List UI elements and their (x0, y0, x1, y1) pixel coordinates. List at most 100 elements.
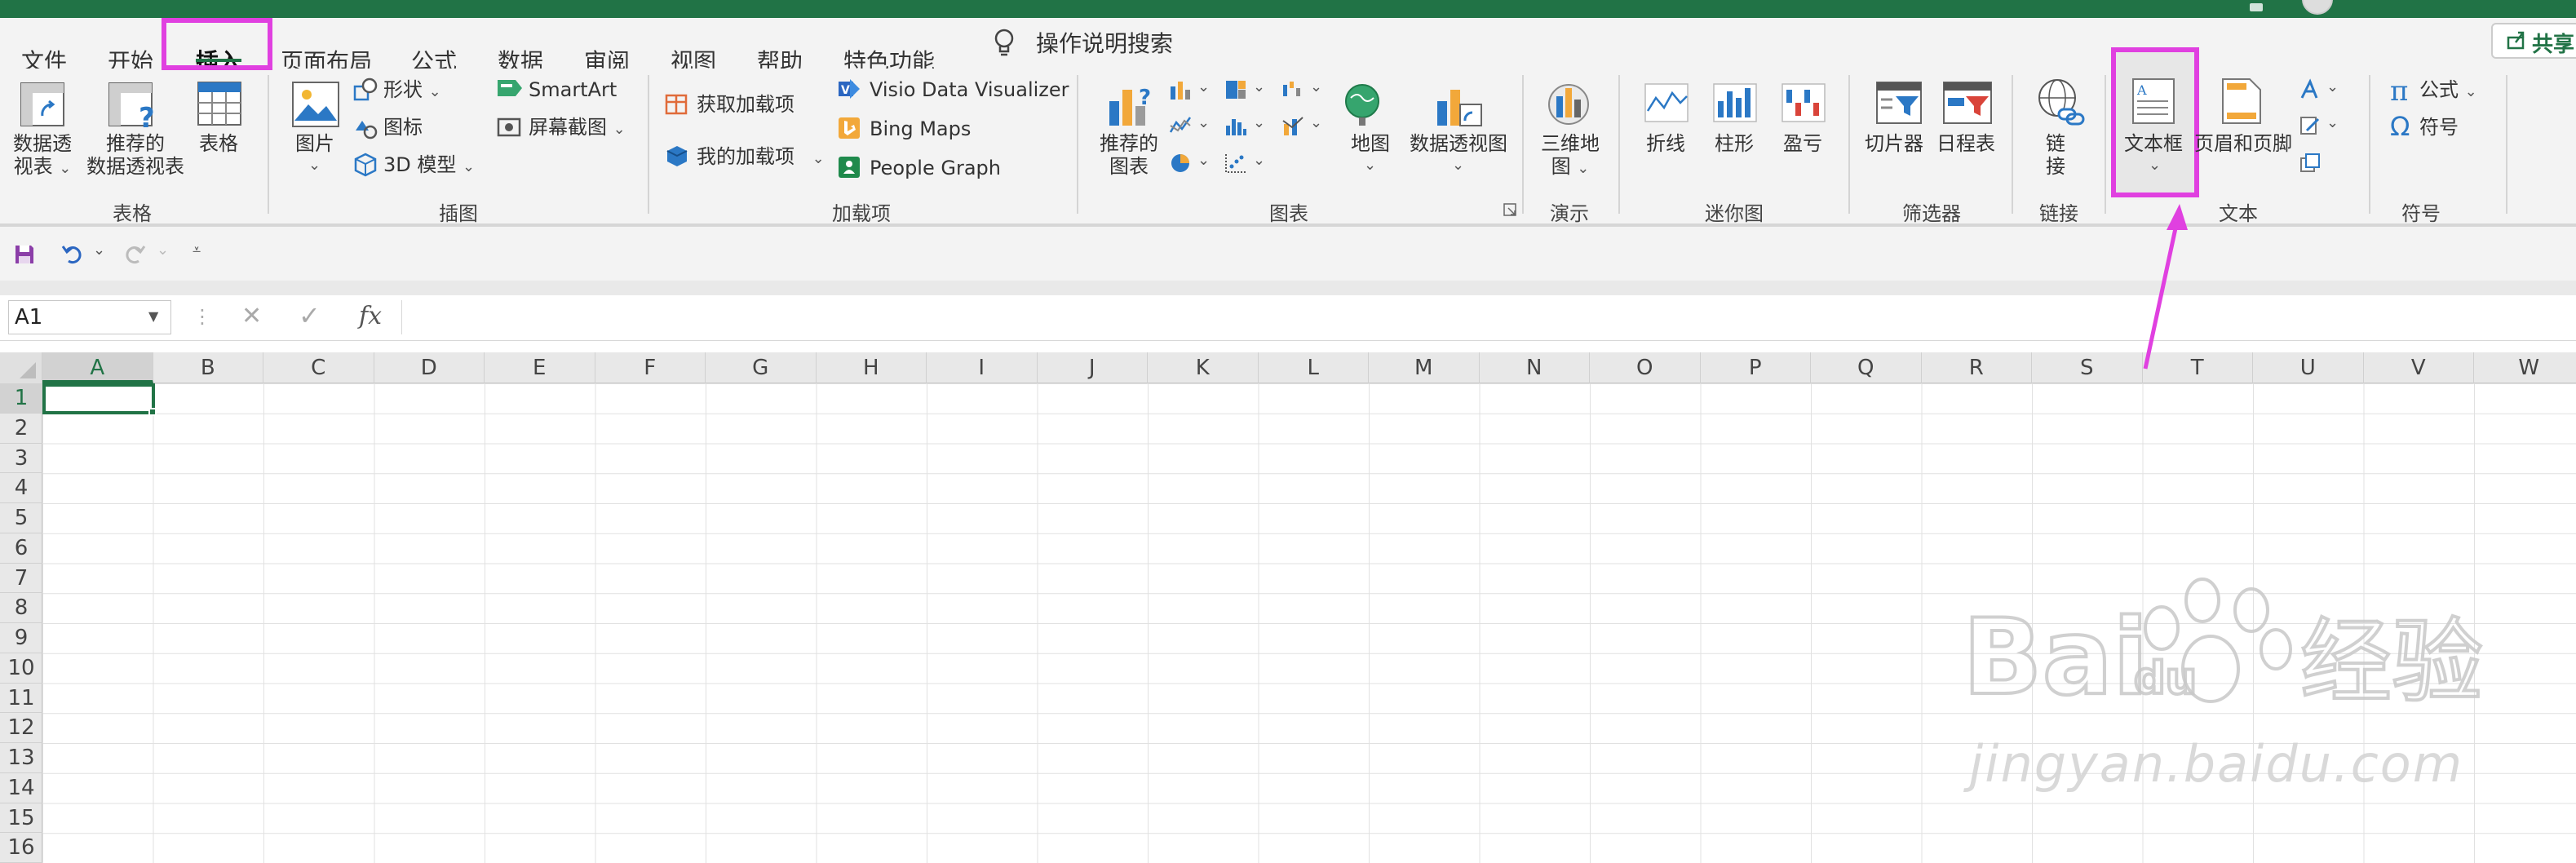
my-addins-icon[interactable] (664, 144, 690, 168)
column-header-j[interactable]: J (1038, 352, 1148, 383)
vertical-dots-icon[interactable]: ⋮ (193, 305, 212, 328)
chevron-down-icon[interactable]: ⌄ (1197, 114, 1210, 131)
row-header-14[interactable]: 14 (0, 773, 42, 803)
shapes-label[interactable]: 形状 ⌄ (383, 78, 441, 104)
hierarchy-chart-icon[interactable] (1224, 78, 1248, 101)
combo-chart-icon[interactable] (1281, 114, 1305, 137)
row-header-1[interactable]: 1 (0, 383, 42, 414)
row-header-16[interactable]: 16 (0, 833, 42, 863)
timeline-icon[interactable] (1941, 80, 1994, 126)
pie-chart-icon[interactable] (1168, 152, 1193, 175)
select-all-corner[interactable] (0, 352, 42, 383)
3d-models-label[interactable]: 3D 模型 ⌄ (383, 153, 475, 179)
store-icon[interactable] (664, 91, 688, 116)
link-label[interactable]: 链 接 (2039, 132, 2072, 178)
my-addins-label[interactable]: 我的加载项 ⌄ (697, 145, 825, 170)
column-header-w[interactable]: W (2474, 352, 2576, 383)
insert-function-button[interactable]: fx (359, 302, 382, 330)
slicer-label[interactable]: 切片器 (1865, 132, 1923, 155)
chevron-down-icon[interactable]: ⌄ (2326, 114, 2339, 131)
icons-label[interactable]: 图标 (383, 116, 423, 139)
row-header-15[interactable]: 15 (0, 803, 42, 834)
undo-icon[interactable] (60, 241, 85, 266)
row-header-4[interactable]: 4 (0, 473, 42, 503)
equation-label[interactable]: 公式 ⌄ (2419, 78, 2477, 104)
sparkline-column-icon[interactable] (1711, 82, 1759, 124)
chevron-down-icon[interactable]: ⌄ (93, 241, 105, 259)
column-header-n[interactable]: N (1480, 352, 1590, 383)
3d-map-label[interactable]: 三维地 图 ⌄ (1534, 132, 1607, 180)
3d-map-icon[interactable] (1545, 80, 1592, 131)
column-header-d[interactable]: D (374, 352, 485, 383)
chevron-down-icon[interactable]: ⌄ (1452, 157, 1464, 174)
chevron-down-icon[interactable]: ⌄ (2149, 157, 2161, 174)
sparkline-line-icon[interactable] (1643, 82, 1690, 124)
column-header-i[interactable]: I (927, 352, 1038, 383)
column-header-l[interactable]: L (1259, 352, 1369, 383)
row-header-3[interactable]: 3 (0, 444, 42, 474)
header-footer-icon[interactable] (2220, 77, 2263, 126)
smartart-label[interactable]: SmartArt (529, 78, 617, 101)
chevron-down-icon[interactable]: ⌄ (308, 157, 321, 174)
column-header-a[interactable]: A (42, 352, 153, 383)
row-header-11[interactable]: 11 (0, 684, 42, 714)
pivot-chart-label[interactable]: 数据透视图 (1410, 132, 1507, 155)
row-header-9[interactable]: 9 (0, 623, 42, 653)
column-header-r[interactable]: R (1922, 352, 2032, 383)
table-icon[interactable] (196, 80, 243, 129)
column-header-e[interactable]: E (485, 352, 595, 383)
sparkline-column-label[interactable]: 柱形 (1715, 132, 1754, 155)
map-chart-icon[interactable] (1338, 80, 1387, 131)
column-header-p[interactable]: P (1701, 352, 1811, 383)
get-addins-label[interactable]: 获取加载项 (697, 93, 794, 116)
chevron-down-icon[interactable]: ⌄ (1253, 114, 1265, 131)
column-chart-icon[interactable] (1168, 78, 1193, 101)
column-header-f[interactable]: F (595, 352, 706, 383)
fill-handle[interactable] (148, 408, 157, 416)
column-header-m[interactable]: M (1369, 352, 1480, 383)
row-header-13[interactable]: 13 (0, 743, 42, 773)
chevron-down-icon[interactable]: ⌄ (1310, 78, 1322, 95)
people-graph-icon[interactable] (837, 155, 861, 179)
table-label[interactable]: 表格 (199, 132, 238, 155)
chevron-down-icon[interactable]: ⌄ (1253, 78, 1265, 95)
cube-3d-icon[interactable] (352, 152, 378, 178)
pivot-table-icon[interactable] (18, 80, 72, 131)
row-header-12[interactable]: 12 (0, 713, 42, 743)
chevron-down-icon[interactable]: ⌄ (1364, 157, 1376, 174)
row-header-10[interactable]: 10 (0, 653, 42, 684)
column-header-c[interactable]: C (263, 352, 374, 383)
maps-label[interactable]: 地图 (1351, 132, 1390, 155)
icons-icon[interactable] (352, 114, 378, 140)
pivot-table-label[interactable]: 数据透 视表 ⌄ (10, 132, 75, 180)
tell-me-search[interactable]: 操作说明搜索 (1036, 26, 1173, 59)
row-header-6[interactable]: 6 (0, 533, 42, 564)
pictures-label[interactable]: 图片 (295, 132, 334, 155)
screenshot-label[interactable]: 屏幕截图 ⌄ (529, 116, 626, 141)
header-footer-label[interactable]: 页眉和页脚 (2194, 132, 2292, 155)
column-header-u[interactable]: U (2253, 352, 2364, 383)
line-chart-icon[interactable] (1168, 114, 1193, 137)
wordart-icon[interactable] (2299, 78, 2321, 101)
scatter-chart-icon[interactable] (1224, 152, 1248, 175)
screenshot-icon[interactable] (496, 114, 524, 139)
chevron-down-icon[interactable]: ⌄ (1197, 152, 1210, 169)
shapes-icon[interactable] (352, 77, 378, 103)
bing-icon[interactable] (837, 116, 861, 140)
recommended-charts-label[interactable]: 推荐的 图表 (1088, 132, 1170, 178)
title-bar-control-icon[interactable] (2250, 3, 2263, 11)
save-icon[interactable] (13, 243, 36, 266)
column-header-q[interactable]: Q (1811, 352, 1922, 383)
textbox-label[interactable]: 文本框 (2124, 132, 2183, 155)
omega-icon[interactable]: Ω (2390, 111, 2410, 142)
row-header-8[interactable]: 8 (0, 593, 42, 623)
sparkline-line-label[interactable]: 折线 (1646, 132, 1685, 155)
active-cell-a1[interactable] (42, 383, 155, 414)
chevron-down-icon[interactable]: ⌄ (2326, 78, 2339, 95)
textbox-icon[interactable]: A (2131, 77, 2176, 126)
column-header-b[interactable]: B (153, 352, 263, 383)
chevron-down-icon[interactable]: ⌄ (1253, 152, 1265, 169)
people-graph-label[interactable]: People Graph (870, 157, 1001, 179)
statistic-chart-icon[interactable] (1224, 114, 1248, 137)
pi-icon[interactable]: π (2390, 75, 2408, 108)
